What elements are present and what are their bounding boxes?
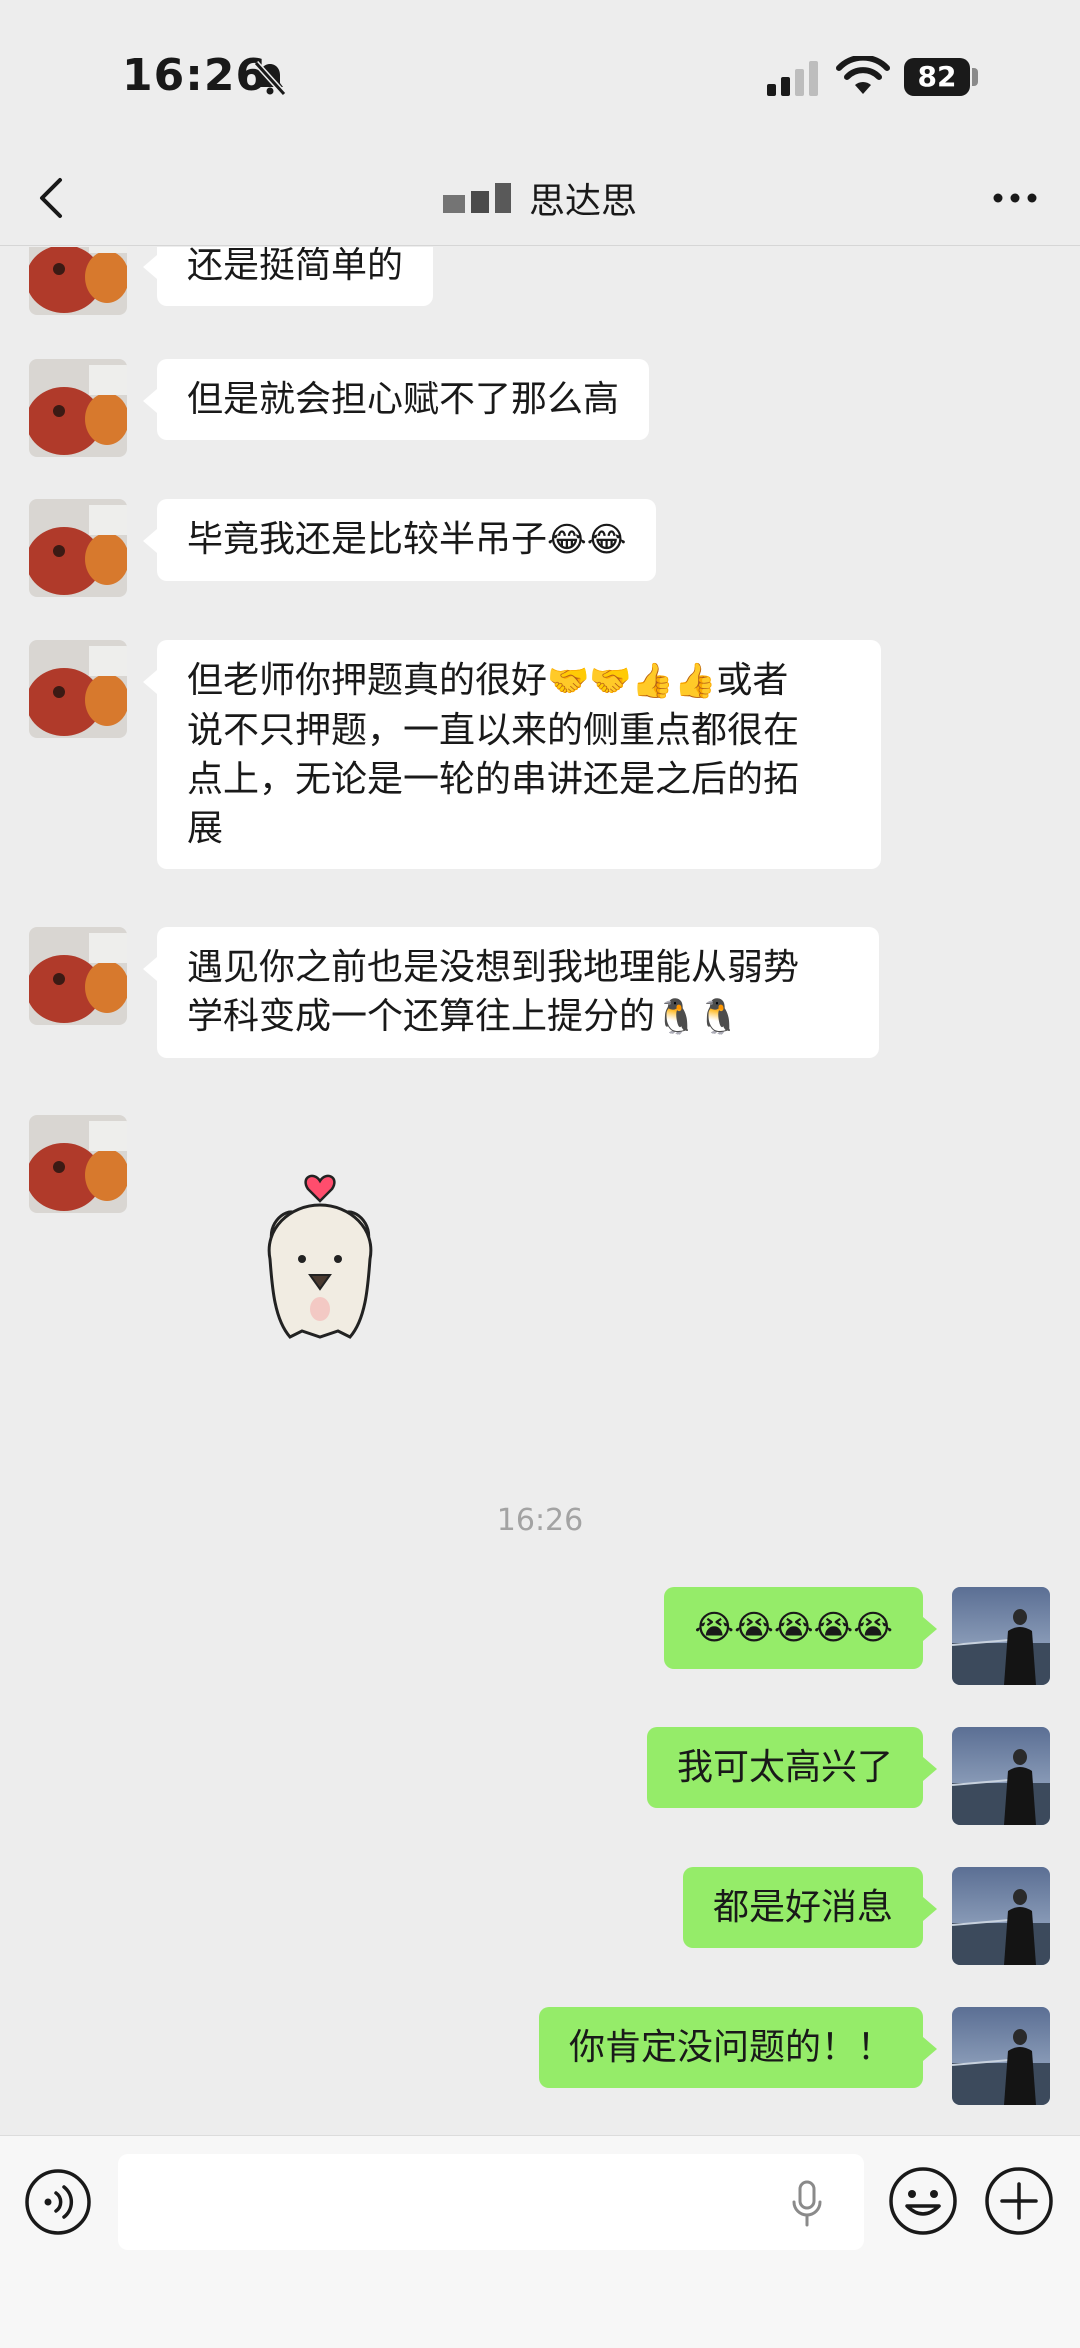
message-text: 但是就会担心赋不了那么高 bbox=[187, 379, 620, 420]
incoming-message-bubble[interactable]: 但老师你押题真的很好🤝🤝👍👍或者 说不只押题，一直以来的侧重点都很在 点上，无论… bbox=[143, 640, 881, 869]
crying-laughing-emoji: 😂😂 bbox=[547, 520, 627, 560]
handshake-thumbsup-emoji: 🤝🤝👍👍 bbox=[547, 661, 717, 701]
plus-more-icon[interactable] bbox=[984, 2166, 1054, 2236]
message-text: 都是好消息 bbox=[712, 1887, 893, 1928]
message-text: 你肯定没问题的！！ bbox=[568, 2027, 893, 2068]
microphone-icon[interactable] bbox=[790, 2180, 824, 2228]
message-line: 遇见你之前也是没想到我地理能从弱势 bbox=[187, 947, 800, 988]
bell-mute-icon bbox=[253, 60, 287, 97]
message-line: 但老师你押题真的很好🤝🤝👍👍或者 bbox=[187, 660, 789, 701]
redacted-name-mosaic bbox=[442, 183, 511, 213]
chat-title: 思达思 bbox=[528, 181, 637, 222]
incoming-message-bubble[interactable]: 遇见你之前也是没想到我地理能从弱势 学科变成一个还算往上提分的🐧🐧 bbox=[143, 927, 879, 1058]
my-avatar[interactable] bbox=[952, 1587, 1050, 1685]
message-input-bar bbox=[0, 2135, 1080, 2348]
penguin-emoji: 🐧🐧 bbox=[655, 997, 740, 1037]
outgoing-message-bubble[interactable]: 都是好消息 bbox=[682, 1867, 938, 1948]
incoming-message-bubble[interactable]: 但是就会担心赋不了那么高 bbox=[142, 359, 650, 440]
friend-avatar[interactable] bbox=[29, 247, 127, 315]
cellular-signal-icon bbox=[767, 61, 818, 96]
message-timestamp: 16:26 bbox=[496, 1503, 584, 1538]
friend-avatar[interactable] bbox=[29, 359, 127, 457]
incoming-message-bubble[interactable]: 还是挺简单的 bbox=[142, 247, 434, 306]
more-options-icon[interactable] bbox=[990, 186, 1040, 210]
message-line: 展 bbox=[187, 808, 224, 849]
incoming-message-bubble[interactable]: 毕竟我还是比较半吊子😂😂 bbox=[142, 499, 657, 581]
friend-avatar[interactable] bbox=[29, 499, 127, 597]
white-cat-heart-sticker[interactable] bbox=[240, 1167, 400, 1367]
battery-indicator: 82 bbox=[904, 58, 970, 96]
emoji-picker-icon[interactable] bbox=[888, 2166, 958, 2236]
status-time: 16:26 bbox=[122, 50, 268, 101]
message-list[interactable]: 还是挺简单的 但是就会担心赋不了那么高 毕竟我还是比较半吊子😂😂 但老师你押题真… bbox=[0, 247, 1080, 2135]
message-text: 还是挺简单的 bbox=[187, 247, 404, 286]
my-avatar[interactable] bbox=[952, 2007, 1050, 2105]
message-text: 毕竟我还是比较半吊子 bbox=[187, 519, 548, 560]
wifi-icon bbox=[836, 56, 890, 94]
outgoing-message-bubble[interactable]: 你肯定没问题的！！ bbox=[538, 2007, 938, 2088]
chat-header: 思达思 bbox=[0, 150, 1080, 246]
voice-input-toggle-icon[interactable] bbox=[24, 2168, 92, 2236]
battery-nub bbox=[972, 68, 978, 86]
friend-avatar[interactable] bbox=[29, 927, 127, 1025]
message-text: 我可太高兴了 bbox=[676, 1747, 893, 1788]
message-line: 学科变成一个还算往上提分的🐧🐧 bbox=[187, 996, 740, 1037]
my-avatar[interactable] bbox=[952, 1727, 1050, 1825]
loudly-crying-emoji: 😭😭😭😭😭 bbox=[694, 1608, 893, 1648]
message-line: 说不只押题，一直以来的侧重点都很在 bbox=[187, 710, 800, 751]
message-text-input[interactable] bbox=[118, 2154, 864, 2250]
my-avatar[interactable] bbox=[952, 1867, 1050, 1965]
friend-avatar[interactable] bbox=[29, 640, 127, 738]
outgoing-message-bubble[interactable]: 😭😭😭😭😭 bbox=[664, 1587, 937, 1669]
status-bar: 16:26 82 bbox=[0, 0, 1080, 150]
message-line: 点上，无论是一轮的串讲还是之后的拓 bbox=[187, 759, 800, 800]
outgoing-message-bubble[interactable]: 我可太高兴了 bbox=[646, 1727, 938, 1808]
friend-avatar[interactable] bbox=[29, 1115, 127, 1213]
